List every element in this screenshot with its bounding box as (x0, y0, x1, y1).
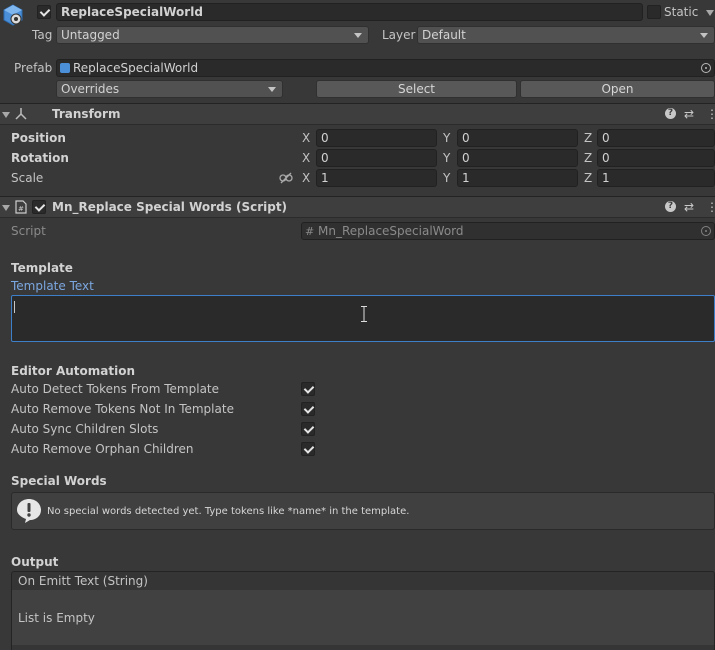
constrain-proportions-icon[interactable] (279, 171, 293, 188)
template-text-label: Template Text (11, 279, 94, 293)
option-label: Auto Detect Tokens From Template (11, 382, 220, 396)
gameobject-icon (2, 4, 24, 26)
transform-title: Transform (52, 107, 121, 121)
position-y-field[interactable]: 0 (457, 129, 578, 147)
overrides-dropdown[interactable]: Overrides (56, 80, 283, 98)
select-button[interactable]: Select (316, 80, 517, 98)
special-words-message: No special words detected yet. Type toke… (47, 506, 410, 517)
chevron-down-icon (354, 33, 362, 38)
transform-header[interactable]: Transform ? ⇄ ⋮ (0, 103, 715, 125)
position-x-field[interactable]: 0 (316, 129, 437, 147)
help-icon[interactable]: ? (665, 108, 676, 119)
editor-automation-header: Editor Automation (11, 364, 136, 378)
prefab-icon (60, 63, 70, 73)
event-list-header: On Emitt Text (String) (11, 571, 715, 591)
warning-icon (16, 498, 42, 527)
layer-label: Layer (382, 28, 416, 42)
rotation-y-axis: Y (443, 151, 451, 165)
option-label: Auto Sync Children Slots (11, 422, 159, 436)
object-picker-icon (701, 226, 711, 236)
kebab-menu-icon[interactable]: ⋮ (706, 107, 715, 121)
template-text-area[interactable] (11, 295, 715, 342)
rotation-y-field[interactable]: 0 (457, 149, 578, 167)
scale-z-axis: Z (584, 171, 593, 185)
prefab-field[interactable]: ReplaceSpecialWorld (56, 59, 715, 77)
option-label: Auto Remove Orphan Children (11, 442, 194, 456)
active-checkbox[interactable] (37, 5, 51, 19)
transform-icon (14, 107, 28, 124)
scale-x-field[interactable]: 1 (316, 169, 437, 187)
open-button[interactable]: Open (520, 80, 715, 98)
scale-y-field[interactable]: 1 (457, 169, 578, 187)
rotation-x-field[interactable]: 0 (316, 149, 437, 167)
static-label: Static (664, 5, 699, 19)
foldout-arrow-icon[interactable] (2, 112, 10, 118)
position-z-axis: Z (584, 131, 593, 145)
object-picker-icon[interactable] (701, 63, 711, 73)
scale-label: Scale (11, 171, 44, 185)
object-name-field[interactable]: ReplaceSpecialWorld (56, 3, 643, 21)
rotation-label: Rotation (11, 151, 69, 165)
template-header: Template (11, 261, 73, 275)
presets-icon[interactable]: ⇄ (684, 107, 694, 121)
overrides-label: Overrides (61, 82, 120, 96)
text-caret (14, 301, 15, 313)
tag-dropdown[interactable]: Untagged (56, 26, 369, 44)
help-icon[interactable]: ? (665, 201, 676, 212)
chevron-down-icon (268, 87, 276, 92)
auto-remove-tokens-checkbox[interactable] (301, 402, 315, 416)
script-file-icon: # (14, 200, 28, 217)
position-z-field[interactable]: 0 (597, 129, 715, 147)
position-x-axis: X (302, 131, 311, 145)
special-words-header: Special Words (11, 474, 107, 488)
script-component-title: Mn_Replace Special Words (Script) (52, 200, 288, 214)
tag-label: Tag (32, 28, 53, 42)
script-file-icon: # (305, 225, 315, 238)
auto-detect-tokens-checkbox[interactable] (301, 382, 315, 396)
scale-y-axis: Y (443, 171, 451, 185)
rotation-z-field[interactable]: 0 (597, 149, 715, 167)
script-label: Script (11, 224, 46, 238)
info-helpbox: No special words detected yet. Type toke… (11, 492, 715, 530)
presets-icon[interactable]: ⇄ (684, 200, 694, 214)
auto-sync-children-checkbox[interactable] (301, 422, 315, 436)
prefab-label: Prefab (14, 61, 53, 75)
output-header: Output (11, 555, 59, 569)
tag-value: Untagged (61, 28, 120, 42)
option-label: Auto Remove Tokens Not In Template (11, 402, 234, 416)
rotation-z-axis: Z (584, 151, 593, 165)
event-list-body: List is Empty (11, 590, 715, 646)
script-enabled-checkbox[interactable] (32, 200, 46, 214)
script-value: Mn_ReplaceSpecialWord (318, 224, 464, 238)
position-y-axis: Y (443, 131, 451, 145)
auto-remove-orphans-checkbox[interactable] (301, 442, 315, 456)
rotation-x-axis: X (302, 151, 311, 165)
event-empty-label: List is Empty (18, 611, 95, 625)
scale-x-axis: X (302, 171, 311, 185)
static-dropdown-caret[interactable] (706, 10, 714, 16)
prefab-value: ReplaceSpecialWorld (73, 61, 199, 75)
static-checkbox[interactable] (647, 5, 661, 19)
event-list-footer (11, 645, 715, 650)
layer-value: Default (422, 28, 466, 42)
event-title: On Emitt Text (String) (18, 574, 148, 588)
kebab-menu-icon[interactable]: ⋮ (706, 200, 715, 214)
scale-z-field[interactable]: 1 (597, 169, 715, 187)
foldout-arrow-icon[interactable] (2, 205, 10, 211)
script-component-header[interactable]: # Mn_Replace Special Words (Script) ? ⇄ … (0, 196, 715, 218)
position-label: Position (11, 131, 66, 145)
ibeam-cursor-icon (361, 306, 367, 325)
svg-text:#: # (18, 205, 24, 213)
layer-dropdown[interactable]: Default (417, 26, 715, 44)
script-reference-field: # Mn_ReplaceSpecialWord (301, 222, 715, 240)
chevron-down-icon (700, 33, 708, 38)
